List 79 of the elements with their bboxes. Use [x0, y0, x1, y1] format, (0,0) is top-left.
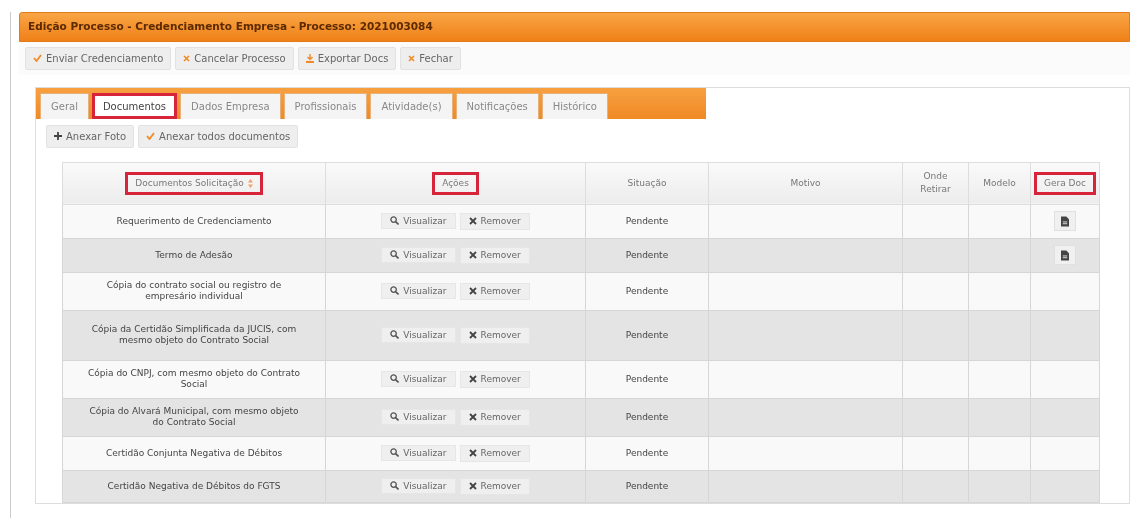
- status-cell: Pendente: [585, 470, 709, 503]
- remove-button[interactable]: Remover: [459, 409, 530, 426]
- document-icon: [1061, 215, 1069, 227]
- remove-button[interactable]: Remover: [459, 478, 530, 495]
- column-header: Gera Doc: [1034, 171, 1096, 195]
- column-header: Onde Retirar: [919, 169, 952, 197]
- close-icon: [468, 251, 477, 260]
- tab[interactable]: Notificações: [455, 92, 539, 119]
- close-icon: [468, 449, 477, 458]
- remove-button[interactable]: Remover: [459, 213, 530, 230]
- search-icon: [390, 286, 400, 296]
- view-button[interactable]: Visualizar: [381, 477, 456, 495]
- status-cell: Pendente: [585, 398, 709, 437]
- remove-button[interactable]: Remover: [459, 445, 530, 462]
- status-cell: Pendente: [585, 360, 709, 399]
- close-icon: [408, 54, 416, 62]
- search-icon: [390, 448, 400, 458]
- add-button[interactable]: Anexar Foto: [46, 124, 135, 148]
- document-name: Certidão Negativa de Débitos do FGTS: [62, 470, 326, 503]
- confirm-button[interactable]: Anexar todos documentos: [138, 124, 299, 148]
- close-icon: [183, 54, 191, 62]
- column-header: Motivo: [789, 176, 822, 190]
- view-button[interactable]: Visualizar: [381, 246, 456, 264]
- check-icon: [33, 54, 42, 63]
- search-icon: [390, 330, 400, 340]
- status-cell: Pendente: [585, 204, 709, 239]
- view-button[interactable]: Visualizar: [381, 408, 456, 426]
- view-button[interactable]: Visualizar: [381, 370, 456, 388]
- tab[interactable]: Documentos: [91, 92, 178, 119]
- document-name: Certidão Conjunta Negativa de Débitos: [62, 436, 326, 471]
- remove-button[interactable]: Remover: [459, 327, 530, 344]
- document-name: Requerimento de Credenciamento: [62, 204, 326, 239]
- search-icon: [390, 374, 400, 384]
- close-icon: [468, 217, 477, 226]
- tab[interactable]: Geral: [40, 92, 89, 119]
- view-button[interactable]: Visualizar: [381, 212, 456, 230]
- download-icon: [305, 53, 314, 63]
- column-header: Ações: [432, 171, 479, 195]
- document-name: Cópia do contrato social ou registro de empresário individual: [62, 272, 326, 311]
- close-icon: [468, 413, 477, 422]
- check-icon: [146, 132, 156, 141]
- status-cell: Pendente: [585, 436, 709, 471]
- window-title: Edição Processo - Credenciamento Empresa - Processo: 2021003084: [19, 12, 1130, 42]
- tab[interactable]: Atividade(s): [370, 92, 453, 119]
- document-name: Cópia do Alvará Municipal, com mesmo objeto do Contrato Social: [62, 398, 326, 437]
- plus-icon: [54, 132, 62, 141]
- close-icon: [468, 482, 477, 491]
- column-header: Modelo: [982, 176, 1017, 190]
- column-header: Situação: [626, 176, 668, 190]
- export-button[interactable]: Exportar Docs: [297, 46, 397, 70]
- search-icon: [390, 216, 400, 226]
- search-icon: [390, 481, 400, 491]
- search-icon: [390, 412, 400, 422]
- tab[interactable]: Dados Empresa: [180, 92, 281, 119]
- view-button[interactable]: Visualizar: [381, 444, 456, 462]
- status-cell: Pendente: [585, 272, 709, 311]
- cancel-button[interactable]: Cancelar Processo: [175, 46, 294, 70]
- document-name: Termo de Adesão: [62, 238, 326, 273]
- close-icon: [468, 287, 477, 296]
- document-name: Cópia do CNPJ, com mesmo objeto do Contrato Social: [62, 360, 326, 399]
- close-icon: [468, 331, 477, 340]
- document-icon: [1061, 249, 1069, 261]
- status-cell: Pendente: [585, 310, 709, 361]
- tab[interactable]: Profissionais: [283, 92, 368, 119]
- column-header: Documentos Solicitação: [125, 171, 263, 195]
- remove-button[interactable]: Remover: [459, 371, 530, 388]
- remove-button[interactable]: Remover: [459, 247, 530, 264]
- document-name: Cópia da Certidão Simplificada da JUCIS, com mesmo objeto do Contrato Social: [62, 310, 326, 361]
- generate-document-button[interactable]: [1054, 245, 1076, 266]
- cancel-button[interactable]: Fechar: [400, 46, 461, 70]
- view-button[interactable]: Visualizar: [381, 326, 456, 344]
- confirm-button[interactable]: Enviar Credenciamento: [25, 46, 172, 70]
- search-icon: [390, 250, 400, 260]
- view-button[interactable]: Visualizar: [381, 282, 456, 300]
- status-cell: Pendente: [585, 238, 709, 273]
- generate-document-button[interactable]: [1054, 211, 1076, 232]
- tab[interactable]: Histórico: [541, 92, 608, 119]
- remove-button[interactable]: Remover: [459, 283, 530, 300]
- close-icon: [468, 375, 477, 384]
